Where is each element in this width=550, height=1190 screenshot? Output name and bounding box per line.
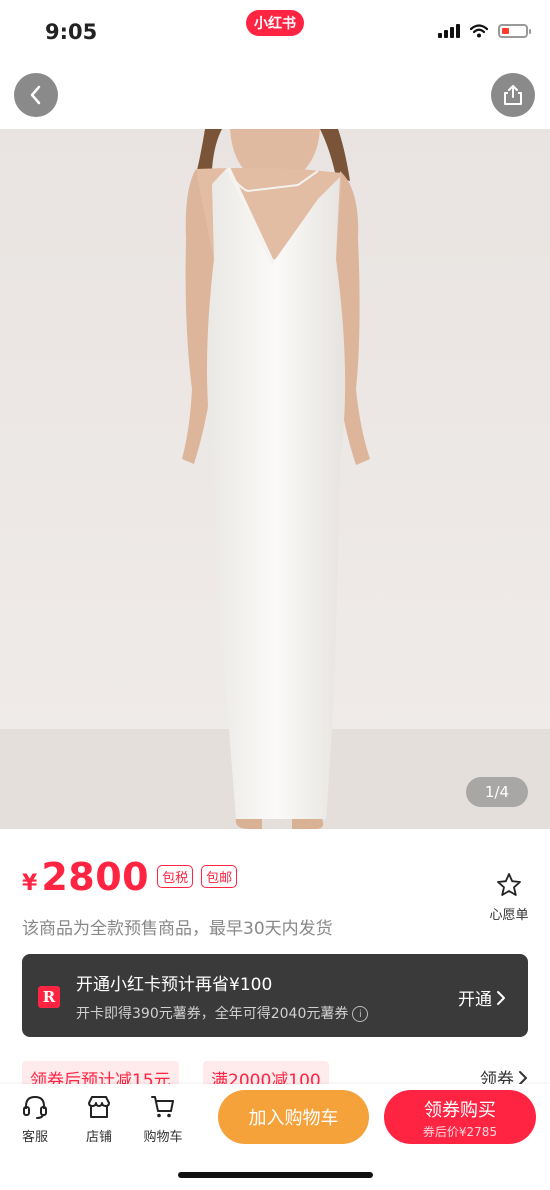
membership-subtitle: 开卡即得390元薯券，全年可得2040元薯券 i (76, 1003, 369, 1023)
membership-card[interactable]: R 开通小红卡预计再省¥100 开卡即得390元薯券，全年可得2040元薯券 i … (22, 954, 528, 1037)
product-price: 2800 (41, 855, 150, 899)
app-badge: 小红书 (246, 10, 304, 36)
store-button[interactable]: 店铺 (71, 1094, 127, 1145)
add-to-cart-button[interactable]: 加入购物车 (218, 1090, 369, 1144)
cart-icon (151, 1096, 174, 1118)
after-coupon-price: 券后价¥2785 (422, 1125, 498, 1139)
shopping-cart-button[interactable]: 购物车 (135, 1094, 191, 1145)
shopping-cart-label: 购物车 (143, 1130, 183, 1145)
share-button[interactable] (491, 73, 535, 117)
wifi-icon (470, 24, 488, 38)
star-icon (497, 873, 521, 896)
product-image[interactable]: 1/4 (0, 129, 550, 829)
cellular-signal-icon (438, 24, 460, 38)
membership-title: 开通小红卡预计再省¥100 (76, 975, 273, 995)
back-button[interactable] (14, 73, 58, 117)
dress-photo (0, 129, 550, 829)
open-membership-label: 开通 (458, 990, 492, 1010)
membership-subtitle-text: 开卡即得390元薯券，全年可得2040元薯券 (76, 1006, 349, 1022)
status-bar: 9:05 小红书 (0, 0, 550, 64)
customer-service-button[interactable]: 客服 (7, 1094, 63, 1145)
open-membership-button[interactable]: 开通 (458, 985, 506, 1010)
headset-icon (23, 1095, 47, 1119)
tax-included-tag: 包税 (157, 865, 194, 888)
chevron-right-icon (497, 990, 505, 1005)
store-label: 店铺 (85, 1130, 112, 1145)
store-icon (88, 1096, 110, 1118)
price-row: ¥ 2800 包税 包邮 (22, 855, 238, 899)
buy-button-label: 领券购买 (424, 1100, 496, 1121)
home-indicator (178, 1172, 373, 1178)
battery-icon (498, 24, 531, 38)
status-time: 9:05 (45, 20, 98, 44)
presale-note: 该商品为全款预售商品，最早30天内发货 (22, 919, 333, 939)
claim-and-buy-button[interactable]: 领券购买 券后价¥2785 (384, 1090, 536, 1144)
status-icons (438, 24, 531, 38)
chevron-left-icon (30, 85, 41, 105)
currency-symbol: ¥ (22, 871, 38, 896)
nav-bar (0, 64, 550, 129)
wishlist-label: 心愿单 (489, 908, 529, 923)
free-shipping-tag: 包邮 (201, 865, 238, 888)
redcard-logo: R (38, 986, 60, 1008)
wishlist-button[interactable]: 心愿单 (486, 872, 532, 923)
customer-service-label: 客服 (21, 1130, 48, 1145)
info-icon[interactable]: i (352, 1006, 369, 1022)
image-counter: 1/4 (466, 777, 528, 807)
share-icon (504, 85, 522, 105)
